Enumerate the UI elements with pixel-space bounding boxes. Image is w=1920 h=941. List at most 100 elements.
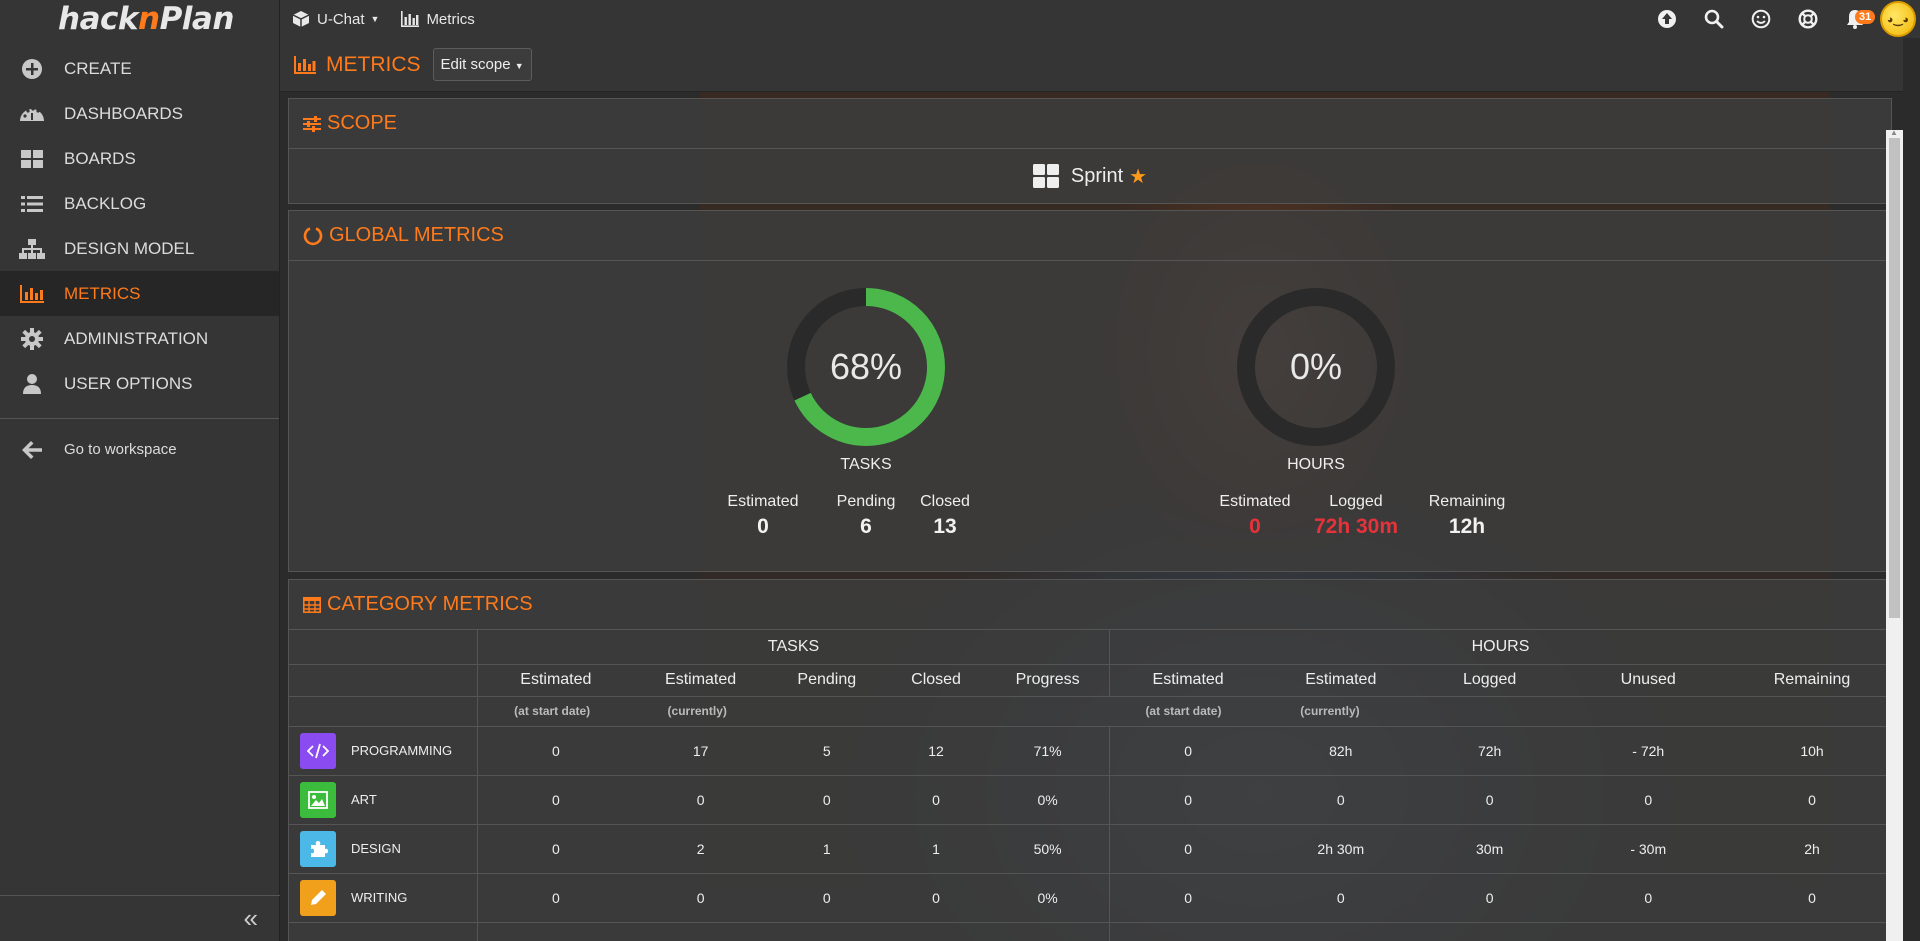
table-row[interactable]: ART 0 0 0 0 0% 0 0 0 0 0 bbox=[289, 775, 1892, 825]
go-to-workspace-label: Go to workspace bbox=[64, 441, 177, 458]
sidebar-item-label: METRICS bbox=[64, 283, 141, 303]
column-header: Logged bbox=[1415, 664, 1564, 697]
table-cell: 17 bbox=[633, 726, 768, 776]
table-cell: 72h bbox=[1415, 726, 1564, 776]
sidebar-item-boards[interactable]: BOARDS bbox=[0, 136, 279, 181]
tasks-label: TASKS bbox=[840, 456, 892, 473]
sliders-icon bbox=[303, 115, 321, 132]
table-cell: 0 bbox=[1732, 775, 1892, 825]
hours-remaining-stat: Remaining 12h bbox=[1428, 493, 1506, 538]
upload-icon bbox=[1657, 10, 1676, 28]
category-name: WRITING bbox=[351, 890, 408, 905]
scope-panel: SCOPE Sprint ★ bbox=[288, 98, 1892, 204]
column-header: Estimated bbox=[1266, 664, 1416, 697]
arrow-left-icon bbox=[16, 438, 48, 462]
sidebar-item-administration[interactable]: ADMINISTRATION bbox=[0, 316, 279, 361]
scope-body: Sprint ★ bbox=[289, 149, 1891, 203]
table-cell: 0 bbox=[1109, 726, 1267, 776]
notifications-button[interactable]: 31 bbox=[1831, 0, 1878, 38]
column-note: (currently) bbox=[1266, 696, 1892, 727]
sitemap-icon bbox=[16, 237, 48, 261]
table-cell: 0 bbox=[767, 775, 886, 825]
table-cell: 1 bbox=[767, 824, 886, 874]
table-cell: 5 bbox=[767, 726, 886, 776]
global-metrics-panel: GLOBAL METRICS 68% TASKS Estimated 0 Pend… bbox=[288, 210, 1892, 572]
table-row[interactable]: PROGRAMMING 0 17 5 12 71% 0 82h 72h - 72… bbox=[289, 726, 1892, 776]
table-cell: 0 bbox=[1109, 775, 1267, 825]
table-cell: 82h bbox=[1266, 726, 1416, 776]
category-cell: WRITING bbox=[289, 873, 479, 923]
sidebar-item-user-options[interactable]: USER OPTIONS bbox=[0, 361, 279, 406]
top-icons: 31 ◕‿◕ bbox=[1643, 0, 1920, 38]
table-cell: 0 bbox=[1564, 873, 1733, 923]
avatar[interactable]: ◕‿◕ bbox=[1880, 1, 1916, 37]
table-row[interactable]: WRITING 0 0 0 0 0% 0 0 0 0 0 bbox=[289, 873, 1892, 923]
sidebar-item-metrics[interactable]: METRICS bbox=[0, 271, 279, 316]
global-metrics-header: GLOBAL METRICS bbox=[289, 211, 1891, 261]
table-cell: 0 bbox=[885, 775, 987, 825]
collapse-sidebar-button[interactable]: « bbox=[0, 895, 280, 941]
category-cell: PROGRAMMING bbox=[289, 726, 479, 776]
sidebar-item-backlog[interactable]: BACKLOG bbox=[0, 181, 279, 226]
app-logo[interactable]: hack n Plan bbox=[0, 0, 279, 38]
tasks-gauge: 68% bbox=[786, 287, 946, 447]
table-corner-cell bbox=[289, 664, 479, 697]
table-cell: 50% bbox=[986, 824, 1110, 874]
go-to-workspace-link[interactable]: Go to workspace bbox=[0, 427, 279, 472]
table-cell: 0 bbox=[1415, 775, 1564, 825]
tasks-estimated-stat: Estimated 0 bbox=[727, 493, 799, 538]
table-cell: 0 bbox=[477, 873, 634, 923]
sidebar-item-dashboards[interactable]: DASHBOARDS bbox=[0, 91, 279, 136]
boards-icon bbox=[1032, 164, 1059, 188]
category-metrics-panel: CATEGORY METRICS TASKS HOURS Estimated E… bbox=[288, 579, 1893, 941]
column-header: Closed bbox=[885, 664, 987, 697]
category-metrics-title: CATEGORY METRICS bbox=[327, 593, 533, 615]
tasks-closed-stat: Closed 13 bbox=[920, 493, 970, 538]
search-button[interactable] bbox=[1690, 0, 1737, 38]
star-icon[interactable]: ★ bbox=[1129, 164, 1147, 189]
upload-button[interactable] bbox=[1643, 0, 1690, 38]
table-cell: 0 bbox=[477, 775, 634, 825]
scroll-up-icon[interactable]: ▲ bbox=[1890, 128, 1898, 137]
smile-icon bbox=[1751, 9, 1770, 29]
sidebar-item-create[interactable]: CREATE bbox=[0, 46, 279, 91]
feedback-button[interactable] bbox=[1737, 0, 1784, 38]
table-cell: 0 bbox=[1564, 775, 1733, 825]
table-cell: 10h bbox=[1732, 726, 1892, 776]
hours-label: HOURS bbox=[1287, 456, 1345, 473]
gear-icon bbox=[16, 327, 48, 351]
table-cell: 1 bbox=[885, 824, 987, 874]
edit-scope-button[interactable]: Edit scope ▼ bbox=[432, 48, 532, 81]
project-selector[interactable]: U-Chat ▼ bbox=[292, 10, 379, 28]
column-note: (at start date) bbox=[477, 696, 634, 727]
table-cell: 71% bbox=[986, 726, 1110, 776]
table-row[interactable]: DESIGN 0 2 1 1 50% 0 2h 30m 30m - 30m 2h bbox=[289, 824, 1892, 874]
sidebar-item-label: DASHBOARDS bbox=[64, 103, 184, 123]
table-icon bbox=[303, 596, 321, 613]
sidebar-item-label: USER OPTIONS bbox=[64, 373, 193, 393]
main-content: METRICS Edit scope ▼ SCOPE Sprint ★ GLOB… bbox=[280, 38, 1903, 941]
sidebar-item-label: BOARDS bbox=[64, 148, 136, 168]
breadcrumb-label: Metrics bbox=[426, 10, 475, 28]
help-button[interactable] bbox=[1784, 0, 1831, 38]
breadcrumb-metrics[interactable]: Metrics bbox=[401, 10, 475, 28]
bar-chart-icon bbox=[294, 55, 316, 74]
table-cell: 0% bbox=[986, 873, 1110, 923]
table-cell: 2h 30m bbox=[1266, 824, 1416, 874]
hours-estimated-stat: Estimated 0 bbox=[1219, 493, 1291, 538]
sidebar-item-design-model[interactable]: DESIGN MODEL bbox=[0, 226, 279, 271]
table-cell: 0 bbox=[1732, 873, 1892, 923]
column-header: Pending bbox=[767, 664, 886, 697]
table-row[interactable] bbox=[289, 922, 1892, 941]
table-cell: 0 bbox=[633, 775, 768, 825]
plus-circle-icon bbox=[16, 57, 48, 81]
table-cell: 0 bbox=[767, 873, 886, 923]
column-header: Remaining bbox=[1732, 664, 1892, 697]
table-corner-cell bbox=[289, 696, 479, 727]
table-cell: - 72h bbox=[1564, 726, 1733, 776]
column-header: Estimated bbox=[477, 664, 634, 697]
page-scrollbar[interactable]: ▲ bbox=[1886, 128, 1903, 941]
scrollbar-thumb[interactable] bbox=[1889, 138, 1900, 618]
category-cell bbox=[289, 922, 479, 941]
pencil-icon bbox=[300, 879, 336, 916]
